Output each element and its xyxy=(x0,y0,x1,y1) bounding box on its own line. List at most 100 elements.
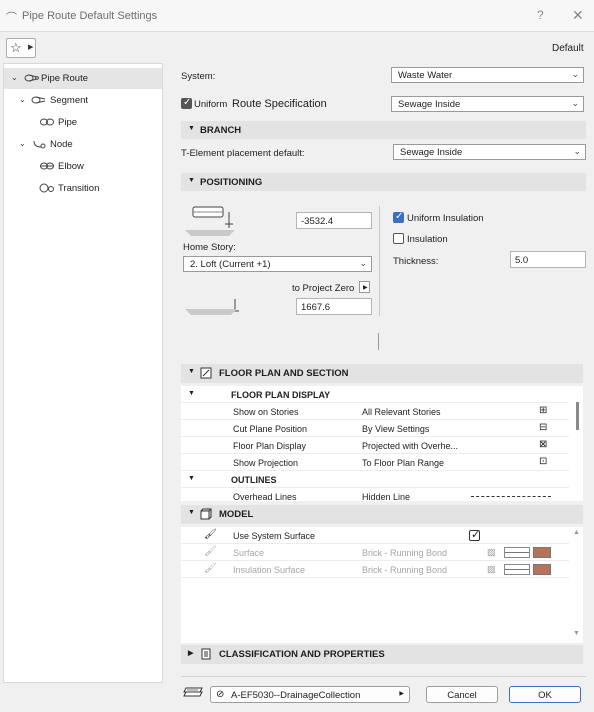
triangle-down-icon: ▼ xyxy=(188,368,195,375)
table-row[interactable]: Overhead Lines Hidden Line xyxy=(181,488,569,501)
vertical-divider xyxy=(378,333,379,350)
tree-item-node[interactable]: ⌄ Node xyxy=(4,134,162,155)
row-value[interactable]: All Relevant Stories xyxy=(362,407,441,417)
layer-dropdown[interactable]: ⊘ A-EF5030--DrainageCollection ▶ xyxy=(210,686,410,703)
scroll-down-icon[interactable]: ▼ xyxy=(573,630,580,637)
row-value[interactable]: By View Settings xyxy=(362,424,429,434)
row-label: Use System Surface xyxy=(233,531,316,541)
layer-stack-icon xyxy=(183,687,203,697)
table-row[interactable]: Show Projection To Floor Plan Range ⊡ xyxy=(181,454,569,471)
table-row[interactable]: 🖌 Insulation Surface Brick - Running Bon… xyxy=(181,561,569,578)
thickness-label: Thickness: xyxy=(393,256,439,267)
surface-color-swatch xyxy=(533,564,551,575)
brick-pattern-preview xyxy=(504,564,530,575)
chevron-down-icon[interactable]: ⌄ xyxy=(19,139,26,148)
row-value[interactable]: Brick - Running Bond xyxy=(362,548,447,558)
uniform-route-checkbox[interactable] xyxy=(181,97,192,109)
ok-button[interactable]: OK xyxy=(509,686,581,703)
tree-item-pipe-route[interactable]: ⌄ Pipe Route xyxy=(4,68,162,89)
favorites-button[interactable]: ☆ ▶ xyxy=(6,38,36,58)
close-button[interactable]: ✕ xyxy=(572,7,584,24)
uniform-insulation-label: Uniform Insulation xyxy=(407,213,484,224)
uniform-insulation-checkbox[interactable] xyxy=(393,211,404,223)
tree-item-segment[interactable]: ⌄ Segment xyxy=(4,90,162,111)
system-label: System: xyxy=(181,71,216,82)
tree-item-elbow[interactable]: Elbow xyxy=(4,156,162,177)
tree-label: Node xyxy=(50,139,73,150)
cancel-button[interactable]: Cancel xyxy=(426,686,498,703)
model-section-header[interactable]: ▼ MODEL xyxy=(181,505,583,524)
table-row[interactable]: 🖌 Surface Brick - Running Bond ▨ xyxy=(181,544,569,561)
chevron-down-icon[interactable]: ⌄ xyxy=(19,95,26,104)
table-row[interactable]: Cut Plane Position By View Settings ⊟ xyxy=(181,420,569,437)
route-spec-dropdown[interactable]: Sewage Inside ⌄ xyxy=(391,96,584,112)
row-value[interactable]: Brick - Running Bond xyxy=(362,565,447,575)
window-title: Pipe Route Default Settings xyxy=(22,10,158,22)
row-label: Floor Plan Display xyxy=(233,441,307,451)
triangle-right-icon: ▶ xyxy=(28,44,34,51)
row-value[interactable]: Projected with Overhe... xyxy=(362,441,458,451)
title-bar: ⌒ Pipe Route Default Settings ? ✕ xyxy=(0,0,594,32)
uniform-prefix: Uniform xyxy=(194,99,228,110)
scroll-up-icon[interactable]: ▲ xyxy=(573,529,580,536)
tree-label: Segment xyxy=(50,95,89,106)
floor-plan-table: ▼ FLOOR PLAN DISPLAY Show on Stories All… xyxy=(181,386,583,501)
table-row[interactable]: 🖌 Use System Surface ✓ xyxy=(181,527,569,544)
triangle-right-icon: ▶ xyxy=(188,650,194,657)
surface-brush-icon: 🖌 xyxy=(204,546,217,557)
bottom-offset-input[interactable]: 1667.6 xyxy=(296,298,372,315)
system-dropdown[interactable]: Waste Water ⌄ xyxy=(391,67,584,83)
tree-label: Pipe xyxy=(58,117,78,128)
row-label: Overhead Lines xyxy=(233,492,297,501)
route-spec-value: Sewage Inside xyxy=(398,99,461,110)
tree-item-transition[interactable]: Transition xyxy=(4,178,162,199)
row-label: Surface xyxy=(233,548,265,558)
floor-plan-scrollbar[interactable] xyxy=(576,402,579,430)
surface-brush-icon: 🖌 xyxy=(204,529,217,540)
tree-item-pipe[interactable]: Pipe xyxy=(4,112,162,133)
positioning-title: POSITIONING xyxy=(200,177,263,188)
top-elevation-icon xyxy=(185,206,235,236)
floor-plan-title: FLOOR PLAN AND SECTION xyxy=(219,368,349,379)
model-section-icon xyxy=(200,508,212,520)
chevron-down-icon: ⌄ xyxy=(571,98,579,108)
row-label: Show Projection xyxy=(233,458,299,468)
pipe-icon xyxy=(40,118,54,126)
brick-pattern-preview xyxy=(504,547,530,558)
model-table: 🖌 Use System Surface ✓ 🖌 Surface Brick -… xyxy=(181,527,583,643)
reference-label[interactable]: to Project Zero xyxy=(292,283,354,294)
row-value[interactable]: To Floor Plan Range xyxy=(362,458,444,468)
tee-label: T-Element placement default: xyxy=(181,148,305,159)
group-row-outlines[interactable]: ▼ OUTLINES xyxy=(181,471,569,488)
layer-name: A-EF5030--DrainageCollection xyxy=(231,690,361,701)
node-icon xyxy=(33,140,46,149)
top-offset-input[interactable]: -3532.4 xyxy=(296,212,372,229)
group-row-floor-plan-display[interactable]: ▼ FLOOR PLAN DISPLAY xyxy=(181,386,569,403)
classification-section-header[interactable]: ▶ CLASSIFICATION AND PROPERTIES xyxy=(181,645,583,664)
cut-plane-icon: ⊟ xyxy=(539,422,548,433)
help-button[interactable]: ? xyxy=(537,8,544,22)
floor-plan-section-header[interactable]: ▼ FLOOR PLAN AND SECTION xyxy=(181,364,583,383)
thickness-input[interactable]: 5.0 xyxy=(510,251,586,268)
group-title: FLOOR PLAN DISPLAY xyxy=(231,390,331,400)
surface-color-swatch xyxy=(533,547,551,558)
table-row[interactable]: Show on Stories All Relevant Stories ⊞ xyxy=(181,403,569,420)
table-row[interactable]: Floor Plan Display Projected with Overhe… xyxy=(181,437,569,454)
insulation-checkbox[interactable] xyxy=(393,233,404,244)
triangle-down-icon: ▼ xyxy=(188,475,195,482)
insulation-label: Insulation xyxy=(407,234,448,245)
route-spec-label: Route Specification xyxy=(232,98,327,110)
positioning-section-header[interactable]: ▼ POSITIONING xyxy=(181,173,586,191)
classification-section-icon xyxy=(201,648,211,660)
image-icon: ▨ xyxy=(487,564,496,574)
row-label: Insulation Surface xyxy=(233,565,306,575)
model-title: MODEL xyxy=(219,509,254,520)
tee-dropdown[interactable]: Sewage Inside ⌄ xyxy=(393,144,586,160)
use-system-surface-checkbox[interactable]: ✓ xyxy=(469,529,480,541)
home-story-dropdown[interactable]: 2. Loft (Current +1) ⌄ xyxy=(183,256,372,272)
branch-section-header[interactable]: ▼ BRANCH xyxy=(181,121,586,139)
chevron-down-icon[interactable]: ⌄ xyxy=(11,73,18,82)
row-value[interactable]: Hidden Line xyxy=(362,492,410,501)
elbow-icon xyxy=(40,162,54,170)
reference-menu-button[interactable]: ▶ xyxy=(359,281,370,293)
